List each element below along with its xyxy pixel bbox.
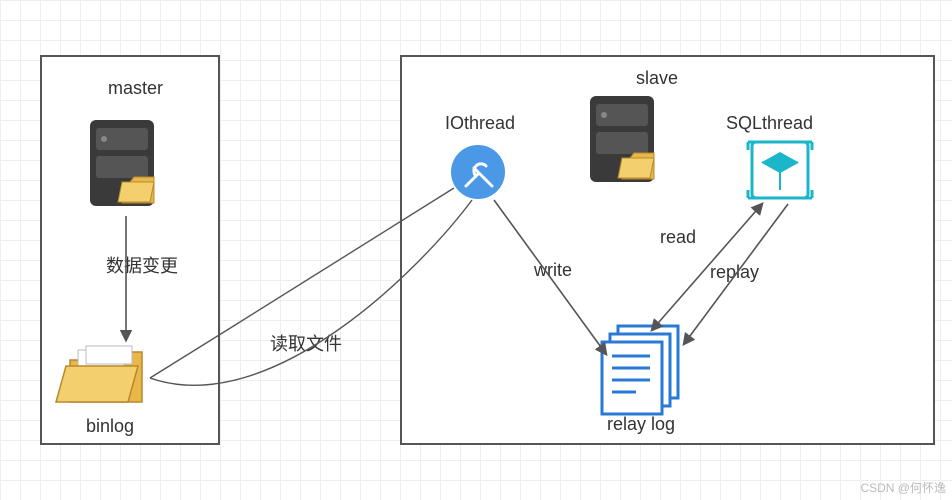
arrow-data-change: 数据变更 (106, 252, 178, 278)
slave-title: slave (636, 68, 678, 89)
relay-log-label: relay log (607, 414, 675, 435)
iothread-label: IOthread (445, 113, 515, 134)
sqlthread-label: SQLthread (726, 113, 813, 134)
write-label: write (534, 260, 572, 281)
read-label: read (660, 227, 696, 248)
replay-label: replay (710, 262, 759, 283)
watermark: CSDN @何怀逸 (860, 479, 946, 496)
master-title: master (108, 78, 163, 99)
master-box (40, 55, 220, 445)
read-file-label: 读取文件 (270, 330, 342, 356)
binlog-label: binlog (86, 416, 134, 437)
